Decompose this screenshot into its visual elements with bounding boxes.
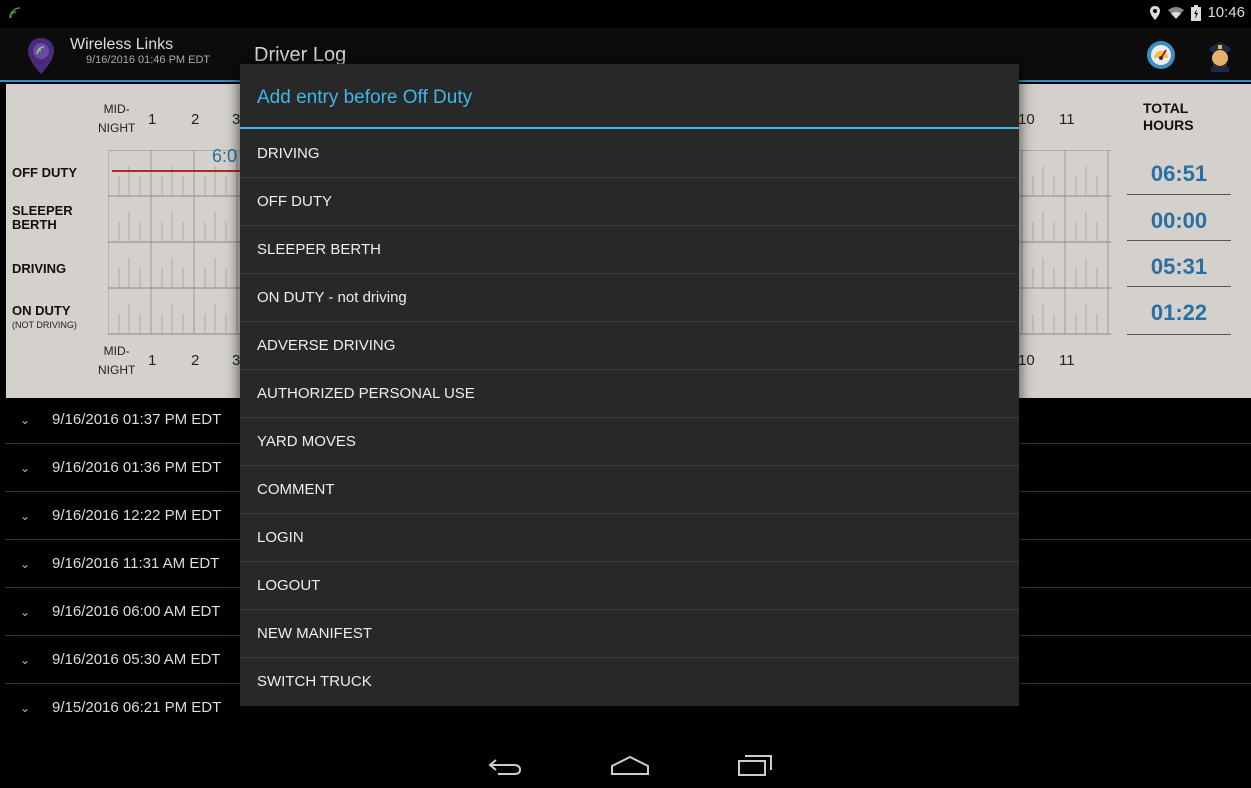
row-label-off-duty: OFF DUTY bbox=[12, 165, 77, 180]
log-entry-timestamp: 9/16/2016 12:22 PM EDT bbox=[52, 507, 222, 524]
menu-item-label: LOGIN bbox=[257, 529, 304, 546]
hour-label: 11 bbox=[1059, 111, 1075, 128]
log-entry-timestamp: 9/16/2016 01:36 PM EDT bbox=[52, 459, 222, 476]
status-marker-label: 6:0 bbox=[212, 146, 238, 166]
home-icon[interactable] bbox=[610, 754, 650, 776]
chevron-down-icon: ⌄ bbox=[20, 653, 31, 667]
menu-item-label: AUTHORIZED PERSONAL USE bbox=[257, 385, 475, 402]
total-off-duty: 06:51 bbox=[1150, 161, 1208, 186]
navigation-bar bbox=[0, 730, 1251, 788]
menu-item-driving[interactable]: DRIVING bbox=[240, 130, 1019, 178]
grid-cells-right bbox=[1019, 150, 1111, 335]
divider bbox=[1127, 194, 1231, 195]
divider bbox=[1127, 286, 1231, 287]
chevron-down-icon: ⌄ bbox=[20, 509, 31, 523]
hour-label: 1 bbox=[148, 352, 157, 369]
dashboard-icon[interactable] bbox=[1146, 40, 1176, 70]
menu-item-label: NEW MANIFEST bbox=[257, 625, 372, 642]
menu-item-label: SLEEPER BERTH bbox=[257, 241, 381, 258]
recent-apps-icon[interactable] bbox=[737, 754, 773, 778]
menu-item-switch-truck[interactable]: SWITCH TRUCK bbox=[240, 658, 1019, 706]
status-bar: 10:46 bbox=[0, 0, 1251, 28]
clock: 10:46 bbox=[1207, 4, 1245, 21]
battery-icon bbox=[1191, 4, 1202, 21]
menu-item-label: LOGOUT bbox=[257, 577, 321, 594]
row-label-on-duty: ON DUTY bbox=[12, 303, 71, 318]
app-logo-icon[interactable] bbox=[26, 36, 56, 76]
grid-cells-left bbox=[108, 150, 240, 335]
hour-label: 10 bbox=[1018, 111, 1035, 128]
total-driving: 05:31 bbox=[1150, 254, 1208, 279]
location-icon bbox=[1150, 5, 1161, 20]
chevron-down-icon: ⌄ bbox=[20, 461, 31, 475]
menu-item-label: ON DUTY - not driving bbox=[257, 289, 407, 306]
menu-item-comment[interactable]: COMMENT bbox=[240, 466, 1019, 514]
log-entry-timestamp: 9/16/2016 01:37 PM EDT bbox=[52, 411, 222, 428]
total-hours-header: TOTAL HOURS bbox=[1143, 100, 1194, 133]
midnight-label-top: MID- NIGHT bbox=[98, 102, 136, 135]
app-name: Wireless Links bbox=[70, 36, 174, 53]
menu-item-off-duty[interactable]: OFF DUTY bbox=[240, 178, 1019, 226]
chevron-down-icon: ⌄ bbox=[20, 557, 31, 571]
divider bbox=[1127, 240, 1231, 241]
row-label-driving: DRIVING bbox=[12, 261, 67, 276]
log-entry-timestamp: 9/16/2016 06:00 AM EDT bbox=[52, 603, 221, 620]
dialog-title-divider bbox=[240, 127, 1019, 129]
chevron-down-icon: ⌄ bbox=[20, 413, 31, 427]
hour-label: 2 bbox=[191, 352, 200, 369]
menu-item-label: DRIVING bbox=[257, 145, 320, 162]
add-entry-dialog: Add entry before Off Duty DRIVING OFF DU… bbox=[240, 64, 1019, 706]
dialog-title: Add entry before Off Duty bbox=[257, 87, 473, 108]
menu-item-adverse-driving[interactable]: ADVERSE DRIVING bbox=[240, 322, 1019, 370]
hour-label: 1 bbox=[148, 111, 157, 128]
row-label-sleeper-berth: SLEEPER BERTH bbox=[12, 203, 73, 232]
menu-item-label: COMMENT bbox=[257, 481, 335, 498]
log-entry-timestamp: 9/16/2016 11:31 AM EDT bbox=[52, 555, 220, 572]
divider bbox=[1127, 334, 1231, 335]
hour-label: 10 bbox=[1018, 352, 1035, 369]
menu-item-label: SWITCH TRUCK bbox=[257, 673, 372, 690]
hour-label: 11 bbox=[1059, 352, 1075, 369]
signal-icon bbox=[9, 7, 21, 19]
menu-item-label: OFF DUTY bbox=[257, 193, 332, 210]
app-datetime: 9/16/2016 01:46 PM EDT bbox=[86, 54, 211, 66]
log-entry-timestamp: 9/15/2016 06:21 PM EDT bbox=[52, 699, 222, 716]
menu-item-label: YARD MOVES bbox=[257, 433, 356, 450]
hour-label: 2 bbox=[191, 111, 200, 128]
total-on-duty: 01:22 bbox=[1150, 300, 1208, 325]
log-entry-timestamp: 9/16/2016 05:30 AM EDT bbox=[52, 651, 221, 668]
menu-item-authorized-personal-use[interactable]: AUTHORIZED PERSONAL USE bbox=[240, 370, 1019, 418]
menu-item-yard-moves[interactable]: YARD MOVES bbox=[240, 418, 1019, 466]
menu-item-logout[interactable]: LOGOUT bbox=[240, 562, 1019, 610]
total-sleeper-berth: 00:00 bbox=[1150, 208, 1208, 233]
midnight-label-bottom: MID- NIGHT bbox=[98, 344, 136, 377]
row-sublabel-not-driving: (NOT DRIVING) bbox=[12, 320, 77, 330]
chevron-down-icon: ⌄ bbox=[20, 701, 31, 715]
back-icon[interactable] bbox=[488, 756, 522, 776]
menu-item-on-duty-not-driving[interactable]: ON DUTY - not driving bbox=[240, 274, 1019, 322]
menu-item-sleeper-berth[interactable]: SLEEPER BERTH bbox=[240, 226, 1019, 274]
officer-icon[interactable] bbox=[1205, 38, 1235, 72]
chevron-down-icon: ⌄ bbox=[20, 605, 31, 619]
menu-item-login[interactable]: LOGIN bbox=[240, 514, 1019, 562]
menu-item-new-manifest[interactable]: NEW MANIFEST bbox=[240, 610, 1019, 658]
menu-item-label: ADVERSE DRIVING bbox=[257, 337, 396, 354]
wifi-icon bbox=[1168, 6, 1185, 19]
